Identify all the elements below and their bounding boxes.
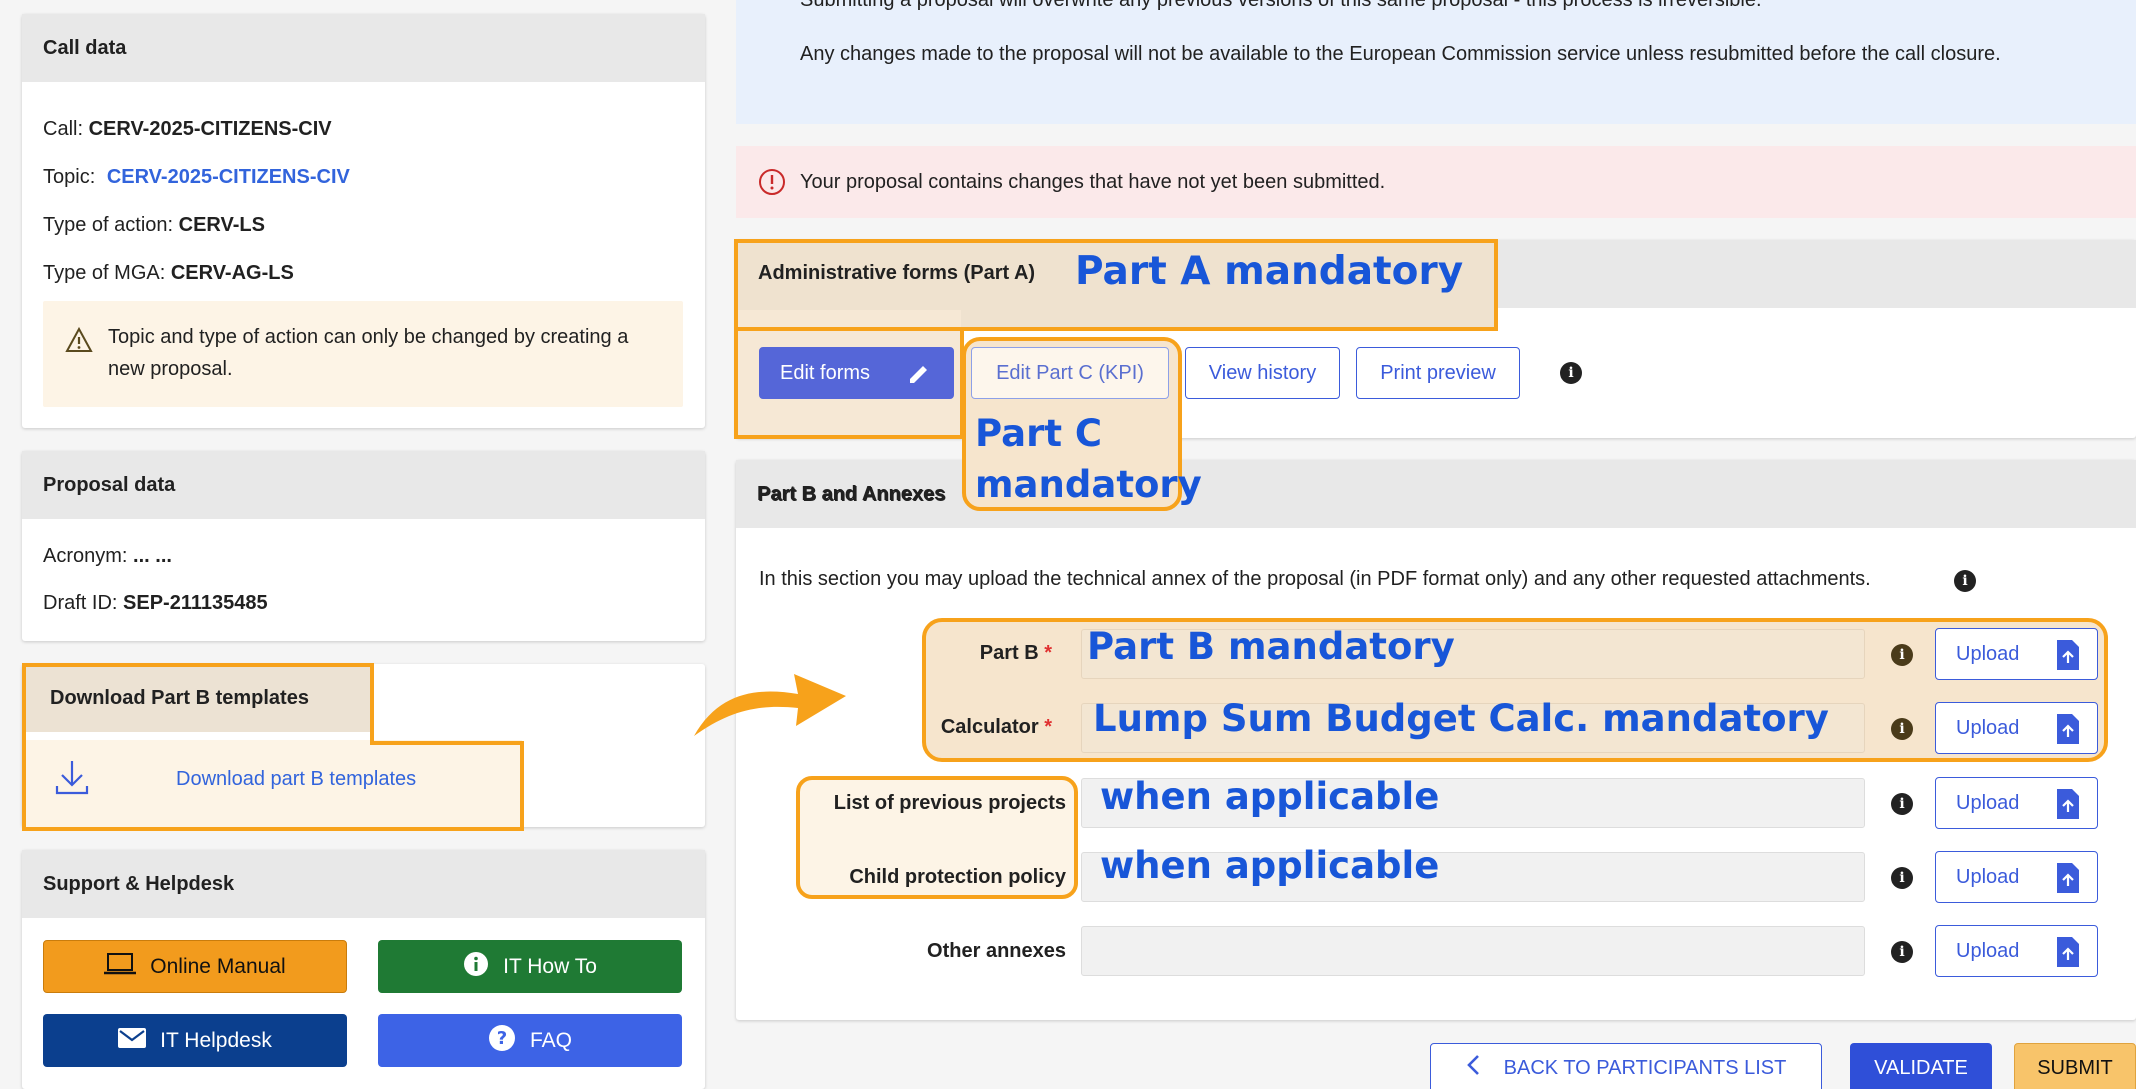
error-icon — [758, 168, 786, 202]
call-data-panel: Call data Call: CERV-2025-CITIZENS-CIV T… — [22, 14, 705, 428]
topic-warning: Topic and type of action can only be cha… — [43, 301, 683, 407]
previous-projects-annotation: when applicable — [1100, 775, 1440, 818]
child-protection-upload-button[interactable]: Upload — [1935, 851, 2098, 903]
unsubmitted-changes-alert: Your proposal contains changes that have… — [736, 146, 2136, 218]
support-helpdesk-title: Support & Helpdesk — [22, 850, 705, 918]
topic-row: Topic: CERV-2025-CITIZENS-CIV — [43, 166, 350, 188]
file-upload-icon — [2057, 863, 2079, 899]
curved-arrow-icon — [694, 674, 846, 736]
print-preview-button[interactable]: Print preview — [1356, 347, 1520, 399]
call-value: CERV-2025-CITIZENS-CIV — [88, 118, 332, 140]
previous-projects-info-icon[interactable]: i — [1891, 793, 1913, 815]
support-helpdesk-panel: Support & Helpdesk Online Manual IT How … — [22, 850, 705, 1089]
call-data-title: Call data — [22, 14, 705, 82]
proposal-data-panel: Proposal data Acronym: ... ... Draft ID:… — [22, 451, 705, 641]
call-row: Call: CERV-2025-CITIZENS-CIV — [43, 118, 332, 140]
submit-button[interactable]: SUBMIT — [2014, 1043, 2136, 1089]
view-history-button[interactable]: View history — [1185, 347, 1340, 399]
previous-projects-upload-button[interactable]: Upload — [1935, 777, 2098, 829]
proposal-data-title: Proposal data — [22, 451, 705, 519]
question-icon: ? — [488, 1024, 516, 1058]
part-b-description: In this section you may upload the techn… — [759, 568, 1871, 590]
overwrite-notice: Submitting a proposal will overwrite any… — [736, 0, 2136, 124]
topic-link[interactable]: CERV-2025-CITIZENS-CIV — [107, 166, 350, 188]
svg-text:?: ? — [497, 1028, 507, 1049]
part-a-annotation: Part A mandatory — [1075, 249, 1464, 294]
child-protection-info-icon[interactable]: i — [1891, 867, 1913, 889]
mga-row: Type of MGA: CERV-AG-LS — [43, 262, 294, 284]
calculator-annotation: Lump Sum Budget Calc. mandatory — [1093, 697, 1829, 740]
online-manual-button[interactable]: Online Manual — [43, 940, 347, 993]
warning-icon — [65, 326, 93, 363]
faq-button[interactable]: ? FAQ — [378, 1014, 682, 1067]
other-annexes-label: Other annexes — [927, 940, 1066, 962]
file-upload-icon — [2057, 937, 2079, 973]
back-to-participants-button[interactable]: BACK TO PARTICIPANTS LIST — [1430, 1043, 1822, 1089]
acronym-row: Acronym: ... ... — [43, 545, 172, 567]
optional-annex-annotation-box — [796, 776, 1078, 899]
download-annotation-box-bottom — [22, 741, 524, 831]
other-annexes-upload-button[interactable]: Upload — [1935, 925, 2098, 977]
it-helpdesk-button[interactable]: IT Helpdesk — [43, 1014, 347, 1067]
draft-id-row: Draft ID: SEP-211135485 — [43, 592, 268, 614]
file-upload-icon — [2057, 789, 2079, 825]
part-b-annotation: Part B mandatory — [1087, 625, 1455, 668]
validate-button[interactable]: VALIDATE — [1850, 1043, 1992, 1089]
part-b-annexes-title-front: Part B and Annexes — [758, 484, 947, 506]
child-protection-annotation: when applicable — [1100, 844, 1440, 887]
chevron-left-icon — [1466, 1054, 1480, 1082]
info-icon — [463, 951, 489, 983]
envelope-icon — [118, 1027, 147, 1054]
it-how-to-button[interactable]: IT How To — [378, 940, 682, 993]
other-annexes-info-icon[interactable]: i — [1891, 941, 1913, 963]
laptop-icon — [104, 952, 137, 981]
admin-info-icon[interactable]: i — [1560, 362, 1582, 384]
download-annotation-box-top — [22, 663, 374, 745]
part-b-description-info-icon[interactable]: i — [1954, 570, 1976, 592]
other-annexes-field[interactable] — [1081, 926, 1865, 976]
part-c-annotation: Part C mandatory — [975, 412, 1202, 506]
action-row: Type of action: CERV-LS — [43, 214, 265, 236]
